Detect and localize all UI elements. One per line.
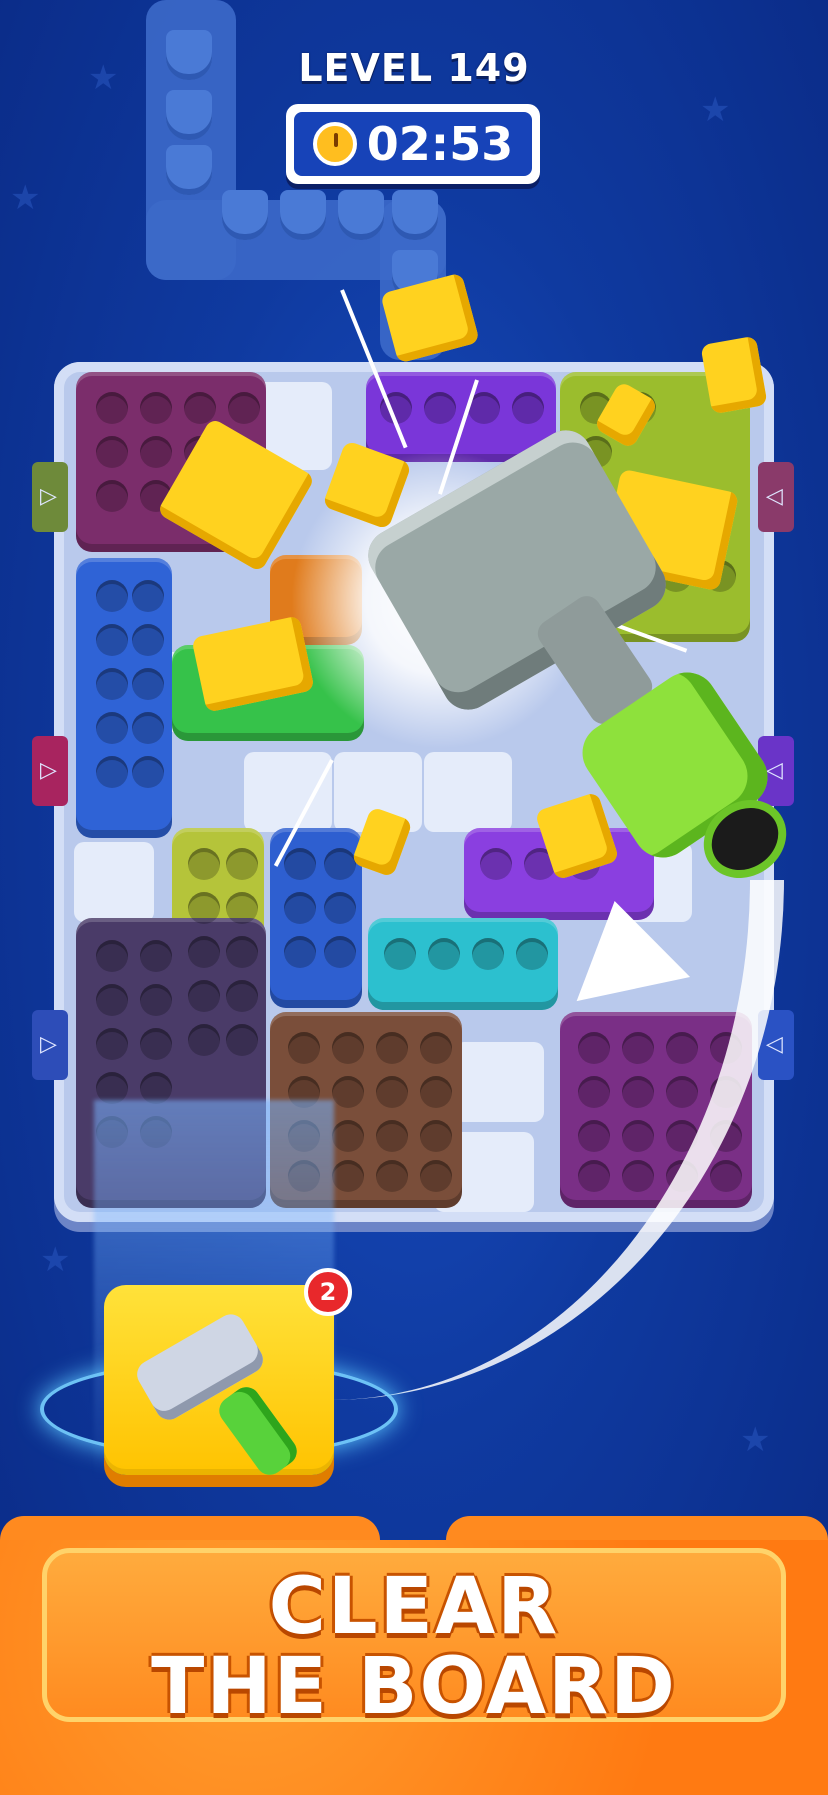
exit-gate-left: ▷: [32, 462, 68, 532]
arrow-left-icon: ◁: [766, 1032, 783, 1057]
debris-shard: [700, 335, 768, 415]
arrow-left-icon: ◁: [766, 758, 783, 783]
banner-title-line2: THE BOARD: [151, 1642, 677, 1732]
background-star-icon: ★: [700, 90, 731, 130]
stopwatch-icon: [312, 122, 357, 166]
exit-gate-right: ◁: [758, 462, 794, 532]
timer-badge: 02:53: [286, 104, 540, 184]
exit-gate-left: ▷: [32, 736, 68, 806]
background-star-icon: ★: [40, 1240, 71, 1280]
empty-cell: [74, 842, 154, 922]
background-star-icon: ★: [10, 178, 41, 218]
booster-count-badge: 2: [304, 1268, 352, 1316]
arrow-right-icon: ▷: [40, 758, 57, 783]
exit-gate-left: ▷: [32, 1010, 68, 1080]
empty-cell: [244, 752, 332, 832]
timer-value: 02:53: [366, 117, 514, 171]
banner-title-line1: CLEAR: [268, 1562, 560, 1652]
arrow-left-icon: ◁: [766, 484, 783, 509]
level-title: LEVEL 149: [298, 46, 530, 90]
arrow-right-icon: ▷: [40, 1032, 57, 1057]
arrow-right-icon: ▷: [40, 484, 57, 509]
empty-cell: [424, 752, 512, 832]
background-star-icon: ★: [740, 1420, 771, 1460]
